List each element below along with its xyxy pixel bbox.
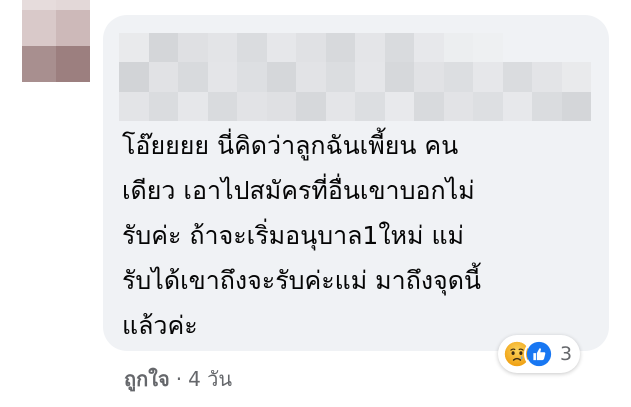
- comment-text-line: รับได้เขาถึงจะรับค่ะแม่ มาถึงจุดนี้: [122, 266, 482, 295]
- reaction-icons: [502, 339, 554, 369]
- comment-text: โอ๊ยยยย นี่คิดว่าลูกฉันเพี้ยน คน เดียว เ…: [122, 123, 602, 348]
- like-icon: [524, 339, 554, 369]
- comment-text-line: เดียว เอาไปสมัครที่อื่นเขาบอกไม่: [122, 176, 475, 205]
- comment-actions: ถูกใจ · 4 วัน: [124, 361, 232, 397]
- avatar[interactable]: [22, 0, 90, 82]
- reaction-count: 3: [560, 343, 573, 365]
- commenter-name-censored[interactable]: [119, 33, 591, 121]
- comment-text-line: โอ๊ยยยย นี่คิดว่าลูกฉันเพี้ยน คน: [122, 131, 459, 160]
- avatar-pixel: [56, 0, 90, 10]
- avatar-pixel: [22, 10, 56, 46]
- avatar-pixel: [22, 46, 56, 82]
- comment-page: โอ๊ยยยย นี่คิดว่าลูกฉันเพี้ยน คน เดียว เ…: [0, 0, 631, 407]
- reactions-summary[interactable]: 3: [498, 335, 581, 373]
- avatar-pixel: [56, 46, 90, 82]
- avatar-pixel: [22, 0, 56, 10]
- comment-bubble: โอ๊ยยยย นี่คิดว่าลูกฉันเพี้ยน คน เดียว เ…: [103, 15, 609, 351]
- comment-text-line: รับค่ะ ถ้าจะเริ่มอนุบาล1ใหม่ แม่: [122, 221, 465, 250]
- comment-timestamp[interactable]: 4 วัน: [188, 363, 232, 395]
- avatar-pixel: [56, 10, 90, 46]
- like-button[interactable]: ถูกใจ: [124, 363, 170, 395]
- separator-dot: ·: [175, 367, 183, 391]
